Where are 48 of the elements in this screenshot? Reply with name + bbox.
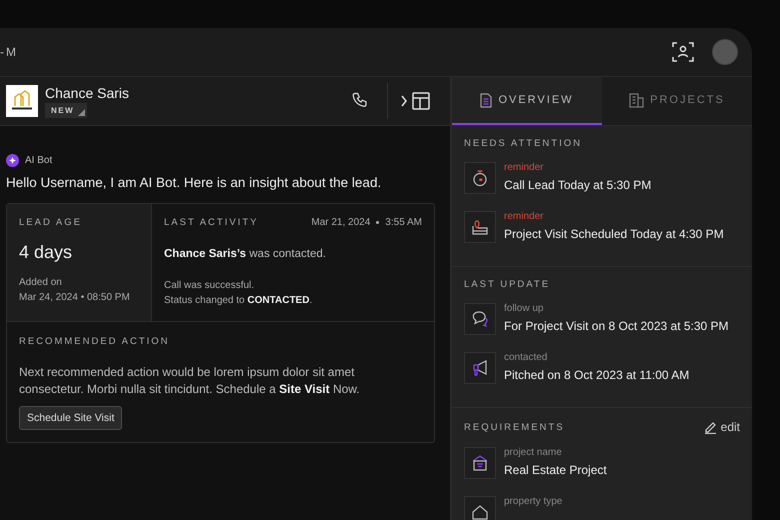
- activity-detail: Call was successful.: [164, 279, 256, 293]
- item-value: For Project Visit on 8 Oct 2023 at 5:30 PM: [504, 319, 729, 333]
- item-value: Call Lead Today at 5:30 PM: [504, 178, 652, 192]
- building-icon: [629, 92, 644, 108]
- section-heading: LAST UPDATE: [464, 279, 550, 290]
- added-date: Mar 24, 2024 • 08:50 PM: [19, 291, 131, 305]
- section-heading: LEAD AGE: [19, 217, 83, 228]
- chat-bubbles-icon: [464, 303, 496, 335]
- map-pin-icon: [464, 211, 496, 243]
- edit-link[interactable]: edit: [704, 420, 740, 434]
- activity-date: Mar 21, 2024: [311, 217, 370, 228]
- section-heading: REQUIREMENTS: [464, 422, 565, 432]
- separator-dot: [376, 221, 380, 224]
- section-heading: LAST ACTIVITY: [164, 217, 258, 228]
- lead-name: Chance Saris: [45, 84, 130, 100]
- bot-name: AI Bot: [25, 155, 52, 166]
- brand-text: -M: [0, 45, 19, 59]
- section-heading: RECOMMENDED ACTION: [19, 336, 171, 347]
- megaphone-icon: [464, 352, 496, 384]
- item-label: reminder: [504, 211, 544, 222]
- ai-bot-icon: [6, 154, 19, 167]
- item-label: follow up: [504, 303, 544, 314]
- item-value: Pitched on 8 Oct 2023 at 11:00 AM: [504, 368, 690, 382]
- signboard-icon: [464, 447, 496, 479]
- item-label: contacted: [504, 352, 548, 363]
- item-value: Real Estate Project: [504, 463, 607, 477]
- item-value: Project Visit Scheduled Today at 4:30 PM: [504, 227, 724, 241]
- schedule-visit-button[interactable]: Schedule Site Visit: [19, 406, 122, 430]
- stopwatch-icon: [464, 162, 496, 194]
- item-label: project name: [504, 447, 563, 458]
- lead-age-value: 4 days: [19, 242, 74, 263]
- tab[interactable]: PROJECTS: [602, 77, 752, 125]
- item-label: reminder: [504, 162, 544, 173]
- tab[interactable]: OVERVIEW: [452, 77, 602, 125]
- recommendation-text: Next recommended action would be lorem ipsum dolor sit amet consectetur. Morbi nulla sit tincidunt. Schedule a Site Visit Now.: [19, 364, 361, 398]
- status-badge: NEW: [45, 102, 88, 118]
- bot-message: Hello Username, I am AI Bot. Here is an insight about the lead.: [6, 175, 382, 190]
- activity-detail: Status changed to CONTACTED.: [164, 294, 314, 308]
- activity-summary: Chance Saris’s was contacted.: [164, 248, 327, 260]
- pencil-icon: [704, 420, 717, 434]
- added-label: Added on: [19, 276, 63, 290]
- activity-time: 3:55 AM: [385, 217, 422, 228]
- face-scan-icon[interactable]: [672, 41, 694, 63]
- section-heading: NEEDS ATTENTION: [464, 138, 582, 149]
- document-icon: [480, 92, 492, 108]
- company-logo: [6, 85, 38, 117]
- item-label: property type: [504, 496, 562, 507]
- phone-icon[interactable]: [351, 92, 369, 110]
